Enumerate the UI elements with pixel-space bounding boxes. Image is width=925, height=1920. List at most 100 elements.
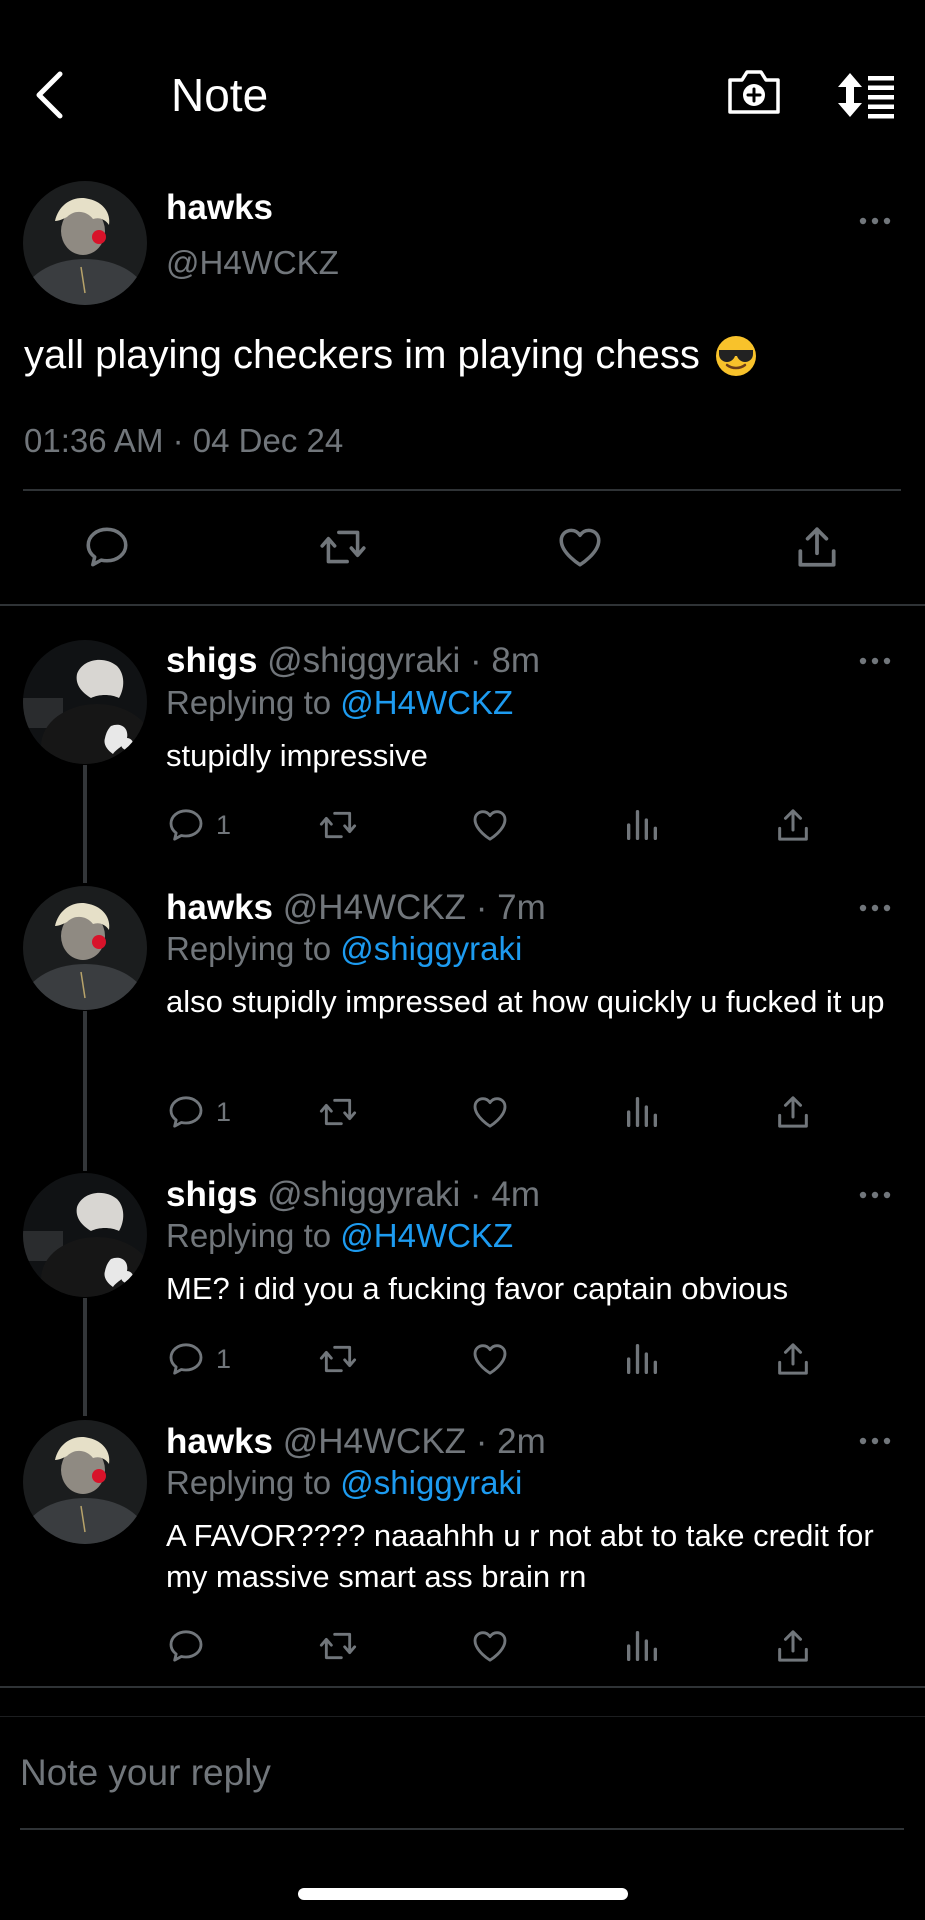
thread-line bbox=[83, 765, 87, 883]
mention-link[interactable]: @shiggyraki bbox=[340, 1464, 522, 1501]
views-button[interactable] bbox=[622, 1092, 662, 1132]
views-icon bbox=[622, 1092, 662, 1132]
author-meta: @H4WCKZ · 7m bbox=[282, 888, 546, 927]
like-button[interactable] bbox=[470, 1092, 510, 1132]
author-name[interactable]: shigs bbox=[166, 641, 257, 680]
comment-icon bbox=[166, 1626, 206, 1666]
author-handle[interactable]: @H4WCKZ bbox=[166, 244, 339, 282]
reply-text: A FAVOR???? naaahhh u r not abt to take … bbox=[166, 1518, 874, 1594]
reply-button[interactable]: 1 bbox=[166, 1092, 231, 1132]
more-icon bbox=[858, 656, 892, 666]
retweet-button[interactable] bbox=[318, 1092, 358, 1132]
author-name[interactable]: hawks bbox=[166, 1422, 273, 1461]
comment-icon bbox=[166, 1339, 206, 1379]
replying-to: Replying to @shiggyraki bbox=[166, 930, 523, 967]
views-icon bbox=[622, 805, 662, 845]
retweet-button[interactable] bbox=[318, 1339, 358, 1379]
post-timestamp: 01:36 AM · 04 Dec 24 bbox=[24, 422, 344, 459]
reply-header: shigs @shiggyraki · 8m bbox=[166, 641, 540, 681]
reply-button[interactable] bbox=[81, 522, 133, 572]
share-button[interactable] bbox=[773, 1339, 813, 1379]
reply-actions: 1 bbox=[166, 805, 866, 850]
reply-count: 1 bbox=[216, 1343, 232, 1374]
retweet-button[interactable] bbox=[317, 522, 369, 572]
reply-text: also stupidly impressed at how quickly u… bbox=[166, 984, 885, 1019]
divider bbox=[0, 1686, 925, 1688]
views-button[interactable] bbox=[622, 1339, 662, 1379]
replying-to: Replying to @H4WCKZ bbox=[166, 684, 514, 721]
heart-icon bbox=[554, 522, 606, 572]
avatar[interactable] bbox=[23, 1173, 147, 1297]
avatar[interactable] bbox=[23, 640, 147, 764]
share-icon bbox=[773, 805, 813, 845]
reply-actions: 1 bbox=[166, 1339, 866, 1384]
camera-plus-icon bbox=[728, 70, 780, 114]
like-button[interactable] bbox=[470, 1339, 510, 1379]
replying-to: Replying to @shiggyraki bbox=[166, 1464, 523, 1501]
reply-button[interactable] bbox=[166, 1626, 216, 1666]
divider bbox=[23, 489, 901, 491]
share-icon bbox=[791, 522, 843, 572]
avatar[interactable] bbox=[23, 886, 147, 1010]
avatar[interactable] bbox=[23, 1420, 147, 1544]
sort-list-icon bbox=[838, 73, 894, 119]
retweet-icon bbox=[318, 1092, 358, 1132]
home-indicator[interactable] bbox=[298, 1888, 628, 1900]
share-button[interactable] bbox=[791, 522, 843, 572]
chevron-left-icon bbox=[36, 71, 63, 119]
reply-input[interactable]: Note your reply bbox=[20, 1752, 271, 1794]
reply-button[interactable]: 1 bbox=[166, 805, 231, 845]
retweet-icon bbox=[318, 1339, 358, 1379]
back-button[interactable] bbox=[30, 70, 74, 120]
author-name[interactable]: shigs bbox=[166, 1175, 257, 1214]
reply-button[interactable]: 1 bbox=[166, 1339, 231, 1379]
more-button[interactable] bbox=[858, 903, 892, 913]
mention-link[interactable]: @H4WCKZ bbox=[340, 684, 513, 721]
author-name[interactable]: hawks bbox=[166, 888, 273, 927]
camera-button[interactable] bbox=[726, 66, 782, 118]
more-button[interactable] bbox=[858, 216, 892, 226]
thread-line bbox=[83, 1298, 87, 1416]
sort-button[interactable] bbox=[836, 70, 896, 120]
retweet-button[interactable] bbox=[318, 1626, 358, 1666]
share-icon bbox=[773, 1626, 813, 1666]
share-button[interactable] bbox=[773, 1626, 813, 1666]
heart-icon bbox=[470, 1339, 510, 1379]
retweet-button[interactable] bbox=[318, 805, 358, 845]
more-icon bbox=[858, 1436, 892, 1446]
avatar[interactable] bbox=[23, 181, 147, 305]
more-icon bbox=[858, 216, 892, 226]
reply-actions: 1 bbox=[166, 1092, 866, 1137]
like-button[interactable] bbox=[470, 1626, 510, 1666]
divider bbox=[0, 604, 925, 606]
reply-count: 1 bbox=[216, 809, 232, 840]
share-icon bbox=[773, 1339, 813, 1379]
reply-header: shigs @shiggyraki · 4m bbox=[166, 1175, 540, 1215]
reply-actions bbox=[166, 1626, 866, 1671]
like-button[interactable] bbox=[554, 522, 606, 572]
mention-link[interactable]: @shiggyraki bbox=[340, 930, 522, 967]
share-button[interactable] bbox=[773, 805, 813, 845]
page-title: Note bbox=[171, 69, 269, 121]
sunglasses-emoji-icon bbox=[715, 335, 756, 376]
views-button[interactable] bbox=[622, 805, 662, 845]
mention-link[interactable]: @H4WCKZ bbox=[340, 1217, 513, 1254]
heart-icon bbox=[470, 1626, 510, 1666]
reply-header: hawks @H4WCKZ · 7m bbox=[166, 888, 546, 928]
more-button[interactable] bbox=[858, 656, 892, 666]
like-button[interactable] bbox=[470, 805, 510, 845]
reply-header: hawks @H4WCKZ · 2m bbox=[166, 1422, 546, 1462]
replying-to: Replying to @H4WCKZ bbox=[166, 1217, 514, 1254]
author-meta: @shiggyraki · 4m bbox=[267, 1175, 540, 1214]
author-name[interactable]: hawks bbox=[166, 188, 273, 228]
share-button[interactable] bbox=[773, 1092, 813, 1132]
more-button[interactable] bbox=[858, 1190, 892, 1200]
comment-icon bbox=[166, 805, 206, 845]
more-button[interactable] bbox=[858, 1436, 892, 1446]
divider bbox=[0, 1716, 925, 1717]
retweet-icon bbox=[318, 1626, 358, 1666]
reply-text: ME? i did you a fucking favor captain ob… bbox=[166, 1271, 789, 1306]
views-button[interactable] bbox=[622, 1626, 662, 1666]
reply-text: stupidly impressive bbox=[166, 738, 428, 773]
author-meta: @H4WCKZ · 2m bbox=[282, 1422, 546, 1461]
